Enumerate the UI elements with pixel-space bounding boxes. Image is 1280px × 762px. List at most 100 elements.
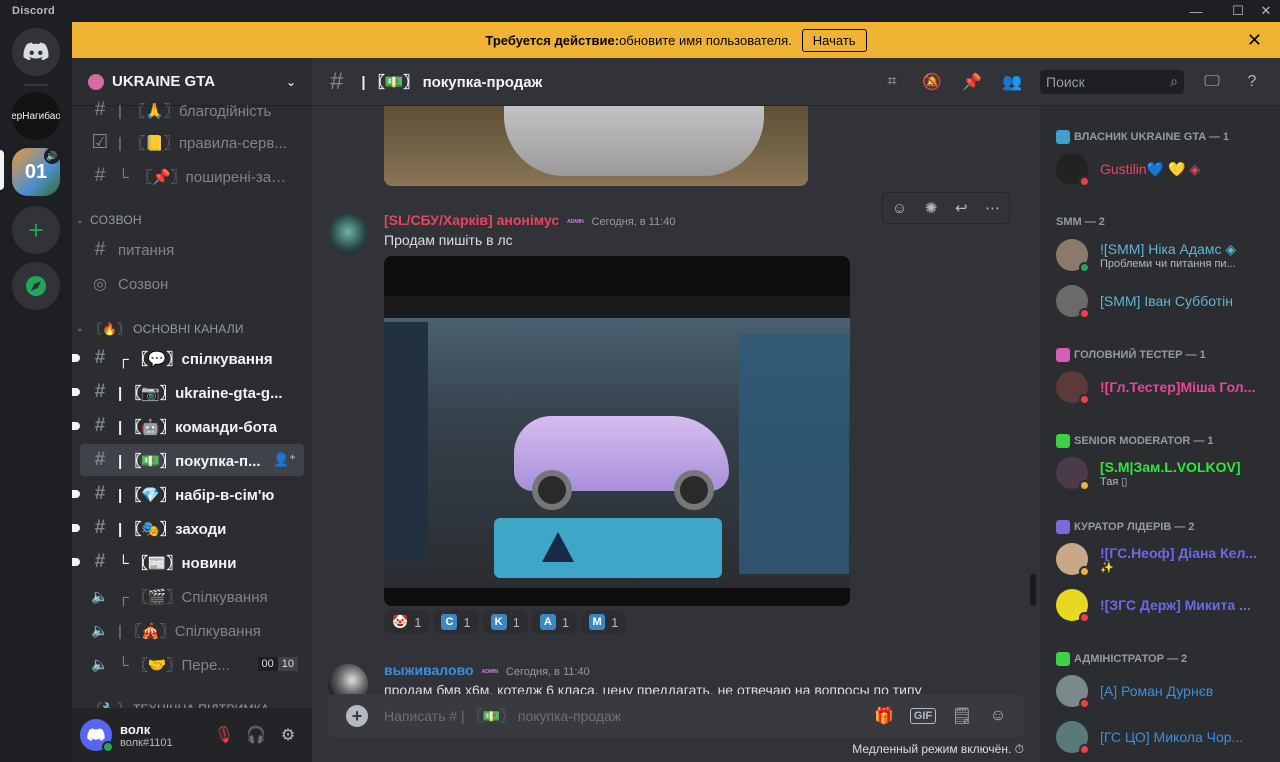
member-item[interactable]: Gustilin💙 💛 ◈ [1056,148,1272,190]
compass-icon [26,276,46,296]
gift-icon[interactable]: 🎁 [872,704,896,728]
banner-close-icon[interactable]: ✕ [1247,30,1262,51]
category-voice[interactable]: ⌄ СОЗВОН [76,210,306,230]
add-reaction-icon[interactable]: ☺ [892,200,907,217]
member-item[interactable]: ![ЗГС Держ] Микита ... [1056,584,1272,626]
chevron-down-icon: ⌄ [285,74,296,89]
unread-indicator [72,422,80,430]
member-item[interactable]: [A] Роман Дурнєв [1056,670,1272,712]
channel-news[interactable]: # └ 〖📰〗новини [72,546,304,578]
member-item[interactable]: ![ГС.Неоф] Діана Кел... ✨ [1056,538,1272,580]
member-avatar [1056,371,1090,405]
gif-button[interactable]: GIF [910,708,936,724]
voice-channel-negotiation[interactable]: 🔈 └ 〖🤝〗Пере... 00 10 [80,648,304,680]
channel-rules[interactable]: ☑ | 〖📒〗правила-серв... [80,126,304,158]
emoji-icon[interactable]: ☺ [986,704,1010,728]
channel-family-recruit[interactable]: # | 〖💎〗набір-в-сім'ю [72,478,304,510]
member-avatar [1056,589,1090,623]
user-avatar[interactable] [80,719,114,753]
message-author[interactable]: [SL/СБУ/Харків] анонімус [384,212,559,228]
server-icon-nagibao[interactable]: ерНагибао [12,92,60,140]
member-avatar [1056,285,1090,319]
more-icon[interactable]: ⋯ [985,199,1000,217]
previous-attachment-image[interactable] [384,106,808,186]
unread-indicator [72,524,80,532]
composer-placeholder: Написать # | 〖💵〗 покупка-продаж [384,708,622,724]
message-attachment-image[interactable] [384,256,850,606]
message-author[interactable]: выживалово [384,662,474,678]
rules-icon: ☑ [91,131,109,153]
channel-buy-sell[interactable]: # | 〖💵〗покупка-п... 👤⁺ [80,444,304,476]
voice-user-count: 00 10 [257,657,298,671]
minimize-button[interactable]: — [1180,0,1212,22]
discord-logo-icon [23,42,49,61]
role-badge: ᴬᴰᴹᴵᴺ [481,668,499,677]
headphones-icon[interactable]: 🎧 [240,719,272,751]
mute-mic-icon[interactable]: 🎙 [208,719,240,751]
channel-chat[interactable]: # ┌ 〖💬〗спілкування [72,342,304,374]
server-label: ерНагибао [12,110,60,122]
hash-icon: # [94,165,106,186]
message-composer[interactable]: + Написать # | 〖💵〗 покупка-продаж 🎁 GIF … [328,694,1024,738]
hash-icon: # [94,415,106,436]
channel-gallery[interactable]: # | 〖📷〗ukraine-gta-g... [72,376,304,408]
rail-separator [24,84,48,86]
action-required-banner: Требуется действие: обновите имя пользов… [72,22,1280,58]
inbox-icon[interactable]: 🖵 [1200,70,1224,94]
pin-icon[interactable]: 📌 [960,70,984,94]
channel-events[interactable]: # | 〖🎭〗заходи [72,512,304,544]
gear-icon[interactable]: ⚙ [272,719,304,751]
reaction-c[interactable]: C1 [433,610,479,634]
speaker-icon: 🔊 [44,148,60,164]
unread-indicator [72,558,80,566]
member-avatar [1056,153,1090,187]
mute-notifications-icon[interactable]: 🔕 [920,70,944,94]
reaction-k[interactable]: K1 [482,610,528,634]
user-panel: волк волк#1101 🎙 🎧 ⚙ [72,708,312,762]
add-member-icon[interactable]: 👤⁺ [273,452,296,468]
message-author-line: выживалово ᴬᴰᴹᴵᴺ Сегодня, в 11:40 [384,662,590,678]
role-header-owner: ВЛАСНИК UKRAINE GTA — 1 [1056,130,1229,144]
reaction-clown[interactable]: 🤡 1 [384,610,430,634]
reaction-a[interactable]: A1 [531,610,578,634]
channel-bot-commands[interactable]: # | 〖🤖〗команди-бота [72,410,304,442]
voice-channel-chat-2[interactable]: 🔈 | 〖🎪〗Спілкування [80,614,304,646]
message-author-line: [SL/СБУ/Харків] анонімус ᴬᴰᴹᴵᴺ Сегодня, … [384,212,675,228]
hash-icon: # [94,99,106,120]
threads-icon[interactable]: ⌗ [880,70,904,94]
member-item[interactable]: ![SMM] Ніка Адамс ◈ Проблеми чи питання п… [1056,234,1272,276]
member-item[interactable]: ![Гл.Тестер]Міша Гол... [1056,366,1272,408]
header-tools: Поиск ⌕ 🖵 ? [1040,58,1280,106]
home-button[interactable] [12,28,60,76]
channel-questions[interactable]: # питання [80,234,304,266]
sticker-icon[interactable]: 🗒 [950,704,974,728]
username: волк [120,721,151,737]
reaction-m[interactable]: M1 [581,610,627,634]
close-window-button[interactable]: ✕ [1250,0,1280,22]
banner-bold: Требуется действие: [485,32,620,48]
reply-icon[interactable]: ↩ [955,199,968,217]
role-header-smm: SMM — 2 [1056,216,1105,228]
chat-scrollbar[interactable] [1030,574,1036,606]
author-avatar[interactable] [328,214,368,254]
role-header-tester: ГОЛОВНИЙ ТЕСТЕР — 1 [1056,348,1206,362]
super-reaction-icon[interactable]: ✺ [925,199,938,217]
category-main[interactable]: ⌄ 〖🔥〗 ОСНОВНІ КАНАЛИ [76,318,306,338]
explore-button[interactable] [12,262,60,310]
banner-start-button[interactable]: Начать [801,28,867,52]
add-server-button[interactable]: + [12,206,60,254]
member-item[interactable]: [ГС ЦО] Микола Чор... [1056,716,1272,758]
add-attachment-icon[interactable]: + [346,705,368,727]
channel-stage[interactable]: ◎ Созвон [80,268,304,300]
voice-channel-chat-1[interactable]: 🔈 ┌ 〖🎬〗Спілкування [80,580,304,612]
member-item[interactable]: [SMM] Іван Субботін [1056,280,1272,322]
selected-server-pill [0,150,4,190]
message-time: Сегодня, в 11:40 [591,216,676,228]
member-item[interactable]: [S.M|Зам.L.VOLKOV] Тая ▯ [1056,452,1272,494]
channel-faq[interactable]: # └ 〖📌〗поширені-зап... [80,160,304,192]
search-input[interactable]: Поиск ⌕ [1040,70,1184,94]
channel-charity[interactable]: # | 〖🙏〗благодійність [80,94,304,126]
hash-icon: # [94,347,106,368]
member-list-icon[interactable]: 👥 [1000,70,1024,94]
help-icon[interactable]: ? [1240,70,1264,94]
